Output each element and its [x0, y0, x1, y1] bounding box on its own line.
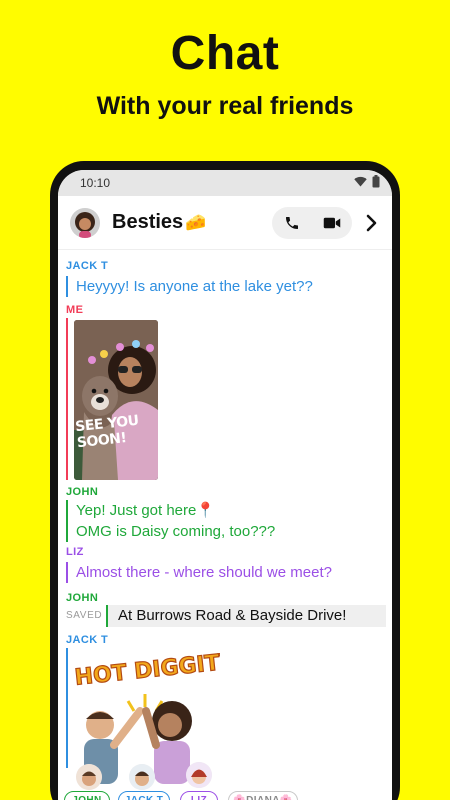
sticker-text: HOT DIGGITY	[74, 649, 220, 691]
chevron-right-icon[interactable]	[362, 213, 382, 233]
chat-header: Besties 🧀	[58, 196, 392, 250]
snap-photo[interactable]: SEE YOU SOON!	[74, 320, 158, 480]
message-text[interactable]: Heyyyy! Is anyone at the lake yet??	[66, 276, 313, 297]
typing-chip-liz[interactable]: LIZ	[180, 791, 218, 800]
message-line: OMG is Daisy coming, too???	[76, 523, 276, 540]
phone-icon[interactable]	[276, 207, 308, 239]
typing-indicators: JOHN JACK T LIZ 🌸DIANA🌸	[58, 762, 392, 800]
typing-chip-john[interactable]: JOHN	[64, 791, 110, 800]
typing-chip-diana[interactable]: 🌸DIANA🌸	[228, 791, 298, 800]
message-sender: JOHN	[66, 486, 99, 498]
chat-title[interactable]: Besties	[112, 211, 183, 234]
message-sender: ME	[66, 304, 84, 316]
saved-label: SAVED	[66, 610, 103, 621]
avatar[interactable]	[70, 207, 100, 238]
promo-subtitle: With your real friends	[96, 92, 354, 120]
message-line: Yep! Just got here📍	[76, 502, 216, 519]
wifi-icon	[354, 176, 367, 190]
typing-chip-jack-t[interactable]: JACK T	[118, 791, 170, 800]
status-time: 10:10	[80, 176, 111, 190]
liz-avatar	[186, 762, 212, 788]
video-icon[interactable]	[316, 207, 348, 239]
message-sender: JOHN	[66, 592, 99, 604]
saved-message[interactable]: At Burrows Road & Bayside Drive!	[106, 605, 386, 627]
message-sender: JACK T	[66, 260, 109, 272]
battery-icon	[372, 175, 380, 191]
call-controls	[272, 206, 352, 239]
message-text-group[interactable]: Yep! Just got here📍 OMG is Daisy coming,…	[66, 500, 275, 542]
message-sender: LIZ	[66, 546, 84, 558]
message-text[interactable]: Almost there - where should we meet?	[66, 562, 332, 583]
status-bar: 10:10	[58, 170, 392, 196]
message-sender: JACK T	[66, 634, 109, 646]
promo-title: Chat	[170, 27, 280, 80]
chat-title-emoji: 🧀	[185, 212, 207, 232]
jack-avatar	[129, 764, 155, 790]
john-avatar	[76, 764, 102, 790]
phone-screen: 10:10 Besties 🧀 JACK T Heyyyy! Is anyone…	[58, 170, 392, 800]
